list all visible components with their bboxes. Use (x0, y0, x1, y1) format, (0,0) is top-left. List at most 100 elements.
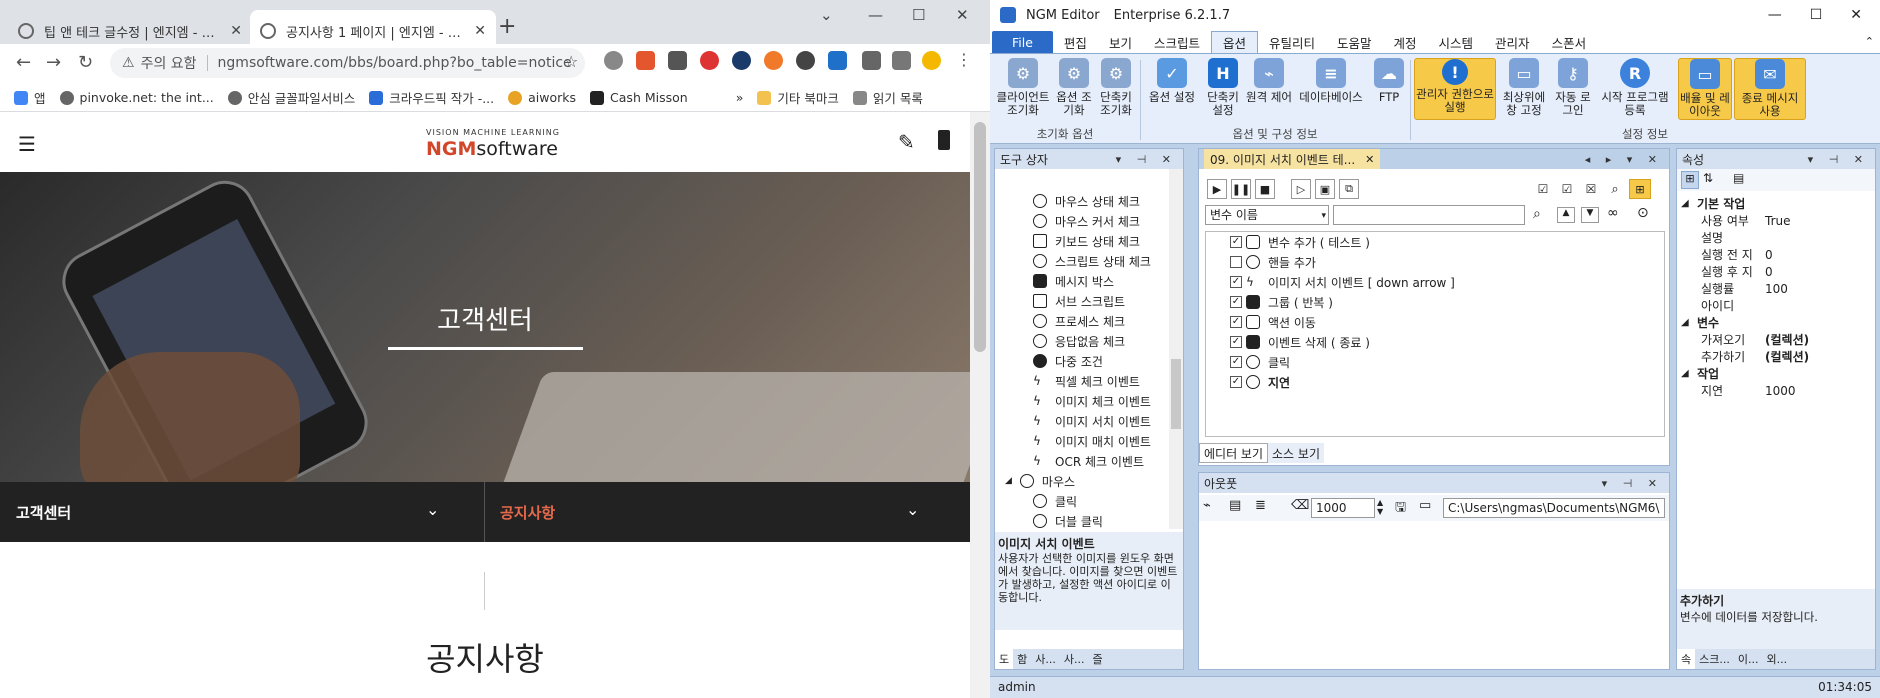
extension-icon[interactable] (604, 51, 623, 70)
close-tab-icon[interactable]: ✕ (474, 23, 486, 39)
bookmark-item[interactable]: aiworks (508, 90, 576, 105)
ribbon-collapse-icon[interactable]: ⌃ (1865, 35, 1874, 48)
output-area[interactable] (1201, 525, 1667, 667)
checkbox[interactable]: ✓ (1230, 336, 1242, 348)
pause-icon[interactable]: ❚❚ (1231, 179, 1251, 199)
profile-avatar[interactable] (922, 51, 941, 70)
scrollbar-thumb[interactable] (1171, 359, 1181, 429)
tab-properties[interactable]: 속 (1677, 649, 1696, 669)
tab-script[interactable]: 스크... (1695, 649, 1734, 669)
variable-select[interactable]: 변수 이름 ▾ (1205, 205, 1329, 225)
scrollbar-thumb[interactable] (974, 122, 986, 352)
database-button[interactable]: ≡ 데이타베이스 (1294, 58, 1368, 104)
property-row[interactable]: 실행 전 지 0 (1677, 246, 1877, 263)
property-row[interactable]: 실행률 100 (1677, 280, 1877, 297)
reading-list[interactable]: 읽기 목록 (852, 88, 923, 107)
always-on-top-button[interactable]: ▭ 최상위에 창 고정 (1498, 58, 1550, 117)
collapse-icon[interactable]: ◢ (1677, 368, 1697, 379)
collapse-icon[interactable]: ◢ (1005, 476, 1012, 486)
move-down-icon[interactable]: ▼ (1581, 207, 1599, 223)
nav-notice[interactable]: 공지사항 (500, 482, 555, 542)
new-tab-button[interactable]: + (498, 14, 516, 39)
close-tab-icon[interactable]: ✕ (230, 23, 242, 39)
extension-icon[interactable] (668, 51, 687, 70)
property-value[interactable]: True (1761, 214, 1791, 228)
spin-icon[interactable]: ▲ ▼ (1377, 498, 1383, 516)
collapse-icon[interactable]: ◢ (1677, 198, 1697, 209)
sidebar-toggle-icon[interactable]: ☰ (18, 132, 36, 156)
bookmark-folder[interactable]: 기타 북마크 (757, 88, 839, 107)
property-value[interactable]: 0 (1761, 265, 1773, 279)
bookmark-item[interactable]: pinvoke.net: the int... (59, 90, 214, 105)
bookmark-item[interactable]: Cash Misson (590, 90, 688, 105)
scale-layout-button[interactable]: ▭ 배율 및 레이아웃 (1678, 58, 1732, 120)
menu-admin[interactable]: 관리자 (1484, 31, 1541, 53)
maximize-button[interactable]: ☐ (1810, 7, 1823, 23)
menu-script[interactable]: 스크립트 (1143, 31, 1211, 53)
extension-icon[interactable] (828, 51, 847, 70)
collapse-icon[interactable]: ◢ (1677, 317, 1697, 328)
menu-system[interactable]: 시스템 (1428, 31, 1485, 53)
tab-user[interactable]: 사... (1031, 649, 1060, 669)
tree-item[interactable]: 서브 스크립트 (1033, 291, 1125, 311)
client-reset-button[interactable]: ⚙ 클라이언트 조기화 (994, 58, 1052, 117)
close-window-button[interactable]: ✕ (1850, 7, 1862, 23)
search-icon[interactable]: ⌕ (1533, 206, 1541, 222)
panel-controls[interactable]: ▾ ⊣ ✕ (1602, 477, 1663, 490)
pencil-icon[interactable]: ✎ (898, 130, 915, 154)
tab-favorites[interactable]: 즐 (1089, 649, 1107, 669)
categorized-icon[interactable]: ⊞ (1681, 171, 1699, 189)
close-tab-icon[interactable]: ✕ (1365, 153, 1374, 166)
menu-sponsor[interactable]: 스폰서 (1541, 31, 1598, 53)
checkbox[interactable]: ✓ (1230, 376, 1242, 388)
auto-login-button[interactable]: ⚷ 자동 로그인 (1552, 58, 1594, 117)
tree-item[interactable]: 키보드 상태 체크 (1033, 231, 1140, 251)
checkbox[interactable]: ✓ (1230, 276, 1242, 288)
chevron-down-icon[interactable]: ⌄ (426, 500, 439, 519)
check-icon[interactable]: ☑ (1557, 179, 1577, 199)
tree-item[interactable]: ϟ 이미지 체크 이벤트 (1033, 391, 1151, 411)
event-row[interactable]: ✓ 지연 (1230, 372, 1290, 392)
category-basic[interactable]: ◢ 기본 작업 (1677, 195, 1877, 212)
extension-icon[interactable] (732, 51, 751, 70)
tree-item[interactable]: 메시지 박스 (1033, 271, 1114, 291)
line-count-input[interactable]: 1000 (1311, 498, 1375, 518)
document-icon[interactable]: ▤ (1229, 498, 1241, 513)
output-path[interactable]: C:\Users\ngmas\Documents\NGM6\ (1443, 498, 1665, 518)
panel-controls[interactable]: ▾ ⊣ ✕ (1116, 153, 1177, 166)
panel-controls[interactable]: ◂ ▸ ▾ ✕ (1585, 153, 1663, 166)
star-icon[interactable]: ☆ (564, 52, 578, 71)
event-row[interactable]: ✓ ϟ 이미지 서치 이벤트 [ down arrow ] (1230, 272, 1455, 292)
tree-item[interactable]: 마우스 커서 체크 (1033, 211, 1140, 231)
toolbox-search[interactable] (995, 169, 1183, 189)
stop-icon[interactable]: ■ (1255, 179, 1275, 199)
clear-icon[interactable]: ⌁ (1203, 498, 1211, 513)
tree-item[interactable]: ϟ 이미지 서치 이벤트 (1033, 411, 1151, 431)
site-logo[interactable]: NGMsoftware (426, 138, 558, 160)
property-row[interactable]: 추가하기 (컬렉션) (1677, 348, 1877, 365)
chevron-down-icon[interactable]: ⌄ (820, 6, 833, 24)
bookmark-apps[interactable]: 앱 (14, 88, 46, 107)
exit-message-button[interactable]: ✉ 종료 메시지 사용 (1734, 58, 1806, 120)
minimize-button[interactable]: — (868, 6, 883, 24)
checkbox[interactable] (1230, 256, 1242, 268)
event-row[interactable]: ✓ 변수 추가 ( 테스트 ) (1230, 232, 1370, 252)
bookmark-item[interactable]: 크라우드픽 작가 -... (369, 88, 494, 107)
back-icon[interactable]: ← (16, 52, 31, 73)
mobile-icon[interactable] (938, 130, 950, 150)
event-row[interactable]: ✓ 클릭 (1230, 352, 1290, 372)
record-icon[interactable]: ▣ (1315, 179, 1335, 199)
extension-icon[interactable] (700, 51, 719, 70)
bookmark-overflow[interactable]: » (736, 90, 744, 105)
step-icon[interactable]: ▷ (1291, 179, 1311, 199)
tab-toolbox[interactable]: 도 (995, 649, 1014, 669)
checkbox[interactable]: ✓ (1230, 236, 1242, 248)
panel-controls[interactable]: ▾ ⊣ ✕ (1808, 153, 1869, 166)
delete-icon[interactable]: ☒ (1581, 179, 1601, 199)
tree-item[interactable]: 더블 클릭 (1033, 511, 1103, 531)
forward-icon[interactable]: → (46, 52, 61, 73)
property-value[interactable]: (컬렉션) (1761, 331, 1809, 348)
property-value[interactable]: 100 (1761, 282, 1788, 296)
property-row[interactable]: 가져오기 (컬렉션) (1677, 331, 1877, 348)
menu-file[interactable]: File (992, 31, 1053, 53)
